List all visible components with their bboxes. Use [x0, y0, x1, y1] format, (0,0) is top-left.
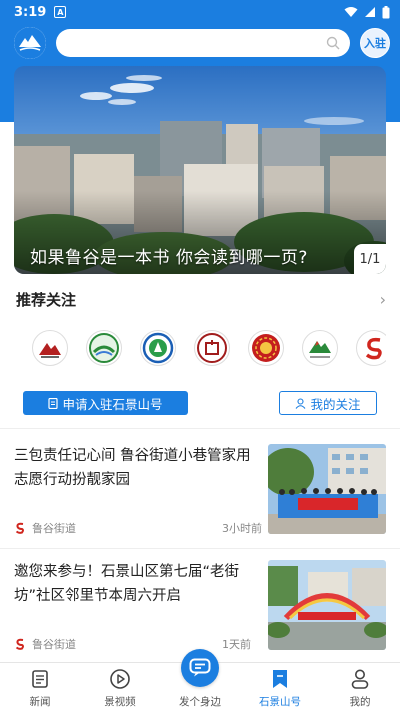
tab-news[interactable]: 新闻: [0, 663, 80, 712]
news-source-name: 鲁谷街道: [32, 638, 76, 651]
news-source-name: 鲁谷街道: [32, 522, 76, 535]
play-icon: [109, 666, 131, 692]
account-avatar[interactable]: [86, 330, 122, 366]
mountain-logo-icon: [14, 27, 46, 59]
news-image: [268, 444, 386, 534]
battery-icon: [382, 5, 390, 18]
news-source: 鲁谷街道: [14, 520, 76, 536]
recommend-header[interactable]: 推荐关注 ›: [16, 288, 386, 310]
join-button[interactable]: 入驻: [360, 28, 390, 58]
tab-post-label: 发个身边: [179, 696, 221, 708]
account-avatar[interactable]: [356, 330, 386, 366]
recommended-accounts-list: [32, 330, 386, 366]
banner-carousel[interactable]: 如果鲁谷是一本书 你会读到哪一页? 1/1: [14, 66, 386, 274]
tab-shijingshan[interactable]: 石景山号: [240, 663, 320, 712]
source-logo-icon: [15, 638, 24, 650]
news-thumbnail[interactable]: [268, 560, 386, 650]
apply-account-label: 申请入驻石景山号: [62, 396, 163, 412]
banner-page-counter: 1/1: [354, 244, 386, 274]
post-fab-button[interactable]: [181, 649, 219, 687]
wifi-icon: [344, 7, 358, 17]
tab-profile[interactable]: 我的: [320, 663, 400, 712]
news-image: [268, 560, 386, 650]
account-avatar[interactable]: [194, 330, 230, 366]
signal-icon: [365, 7, 375, 17]
account-avatar[interactable]: [302, 330, 338, 366]
search-input[interactable]: [56, 29, 350, 57]
status-bar: 3:19 A: [0, 0, 400, 24]
tab-profile-label: 我的: [349, 696, 371, 708]
news-time: 3小时前: [222, 522, 262, 535]
news-source: 鲁谷街道: [14, 636, 76, 652]
account-avatar[interactable]: [32, 330, 68, 366]
bottom-tab-bar: 新闻 景视频 发个身边 石景山号 我的: [0, 649, 400, 712]
notification-icon: A: [54, 6, 67, 18]
follow-user-icon: [296, 397, 306, 409]
apply-account-button[interactable]: 申请入驻石景山号: [23, 391, 188, 415]
account-avatar[interactable]: [248, 330, 284, 366]
tab-news-label: 新闻: [29, 696, 51, 708]
news-item[interactable]: 邀您来参与！石景山区第七届“老街坊”社区邻里节本周六开启 鲁谷街道 1天前: [14, 560, 386, 652]
account-logo-5-icon: [252, 334, 280, 362]
news-time: 1天前: [222, 638, 251, 651]
account-logo-7-icon: [365, 337, 382, 360]
account-logo-6-icon: [309, 341, 331, 358]
recommend-title: 推荐关注: [16, 290, 77, 309]
tab-video[interactable]: 景视频: [80, 663, 160, 712]
user-icon: [350, 666, 370, 692]
news-thumbnail[interactable]: [268, 444, 386, 534]
account-logo-4-icon: [197, 333, 227, 363]
tab-post[interactable]: 发个身边: [160, 649, 240, 712]
account-logo-3-icon: [142, 332, 174, 364]
my-follows-label: 我的关注: [310, 396, 361, 412]
divider: [0, 548, 400, 549]
newspaper-icon: [30, 666, 50, 692]
news-title[interactable]: 邀您来参与！石景山区第七届“老街坊”社区邻里节本周六开启: [14, 560, 254, 608]
document-icon: [48, 397, 59, 409]
news-item[interactable]: 三包责任记心间 鲁谷街道小巷管家用志愿行动扮靓家园 鲁谷街道 3小时前: [14, 444, 386, 536]
chat-icon: [189, 658, 211, 677]
tab-shijingshan-label: 石景山号: [259, 696, 301, 708]
divider: [0, 428, 400, 429]
bookmark-icon: [270, 666, 290, 692]
account-logo-1-icon: [39, 343, 61, 358]
search-icon: [326, 36, 340, 50]
chevron-right-icon[interactable]: ›: [380, 290, 386, 309]
status-time: 3:19: [14, 4, 47, 20]
my-follows-button[interactable]: 我的关注: [279, 391, 377, 415]
top-bar: 入驻: [0, 24, 400, 62]
banner-caption[interactable]: 如果鲁谷是一本书 你会读到哪一页?: [30, 243, 308, 268]
news-title[interactable]: 三包责任记心间 鲁谷街道小巷管家用志愿行动扮靓家园: [14, 444, 254, 492]
account-avatar[interactable]: [140, 330, 176, 366]
source-logo-icon: [15, 522, 24, 534]
action-row: 申请入驻石景山号 我的关注: [23, 391, 377, 415]
account-logo-2-icon: [89, 333, 119, 363]
app-logo[interactable]: [14, 27, 46, 59]
tab-video-label: 景视频: [104, 696, 136, 708]
